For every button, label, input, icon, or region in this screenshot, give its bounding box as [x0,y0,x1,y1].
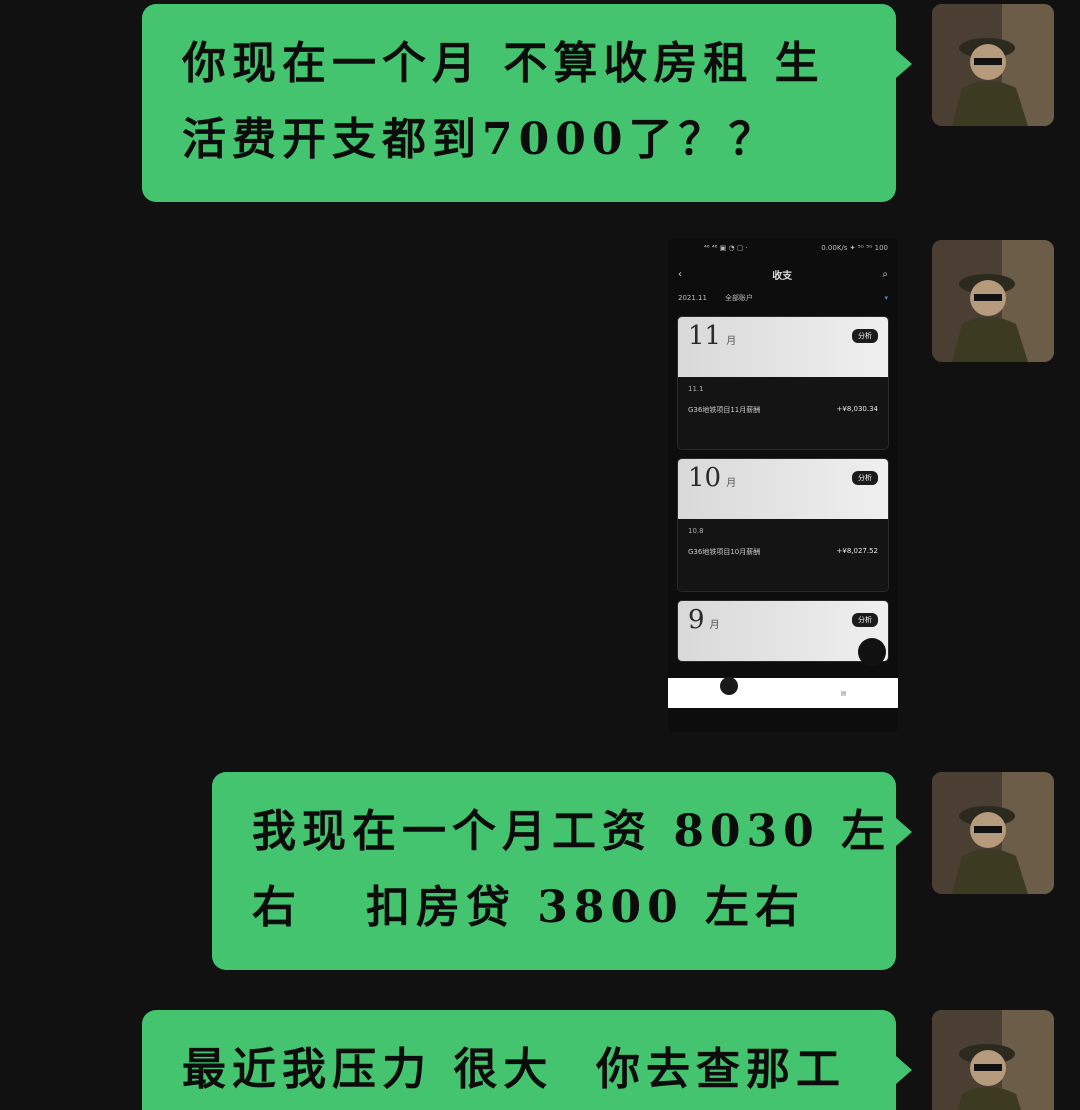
shared-screenshot[interactable]: ⁴⁶ ⁴⁶ ▣ ◔ ▢ · 0.00K/s ✦ ⁵ᴳ ⁵ᴳ 100 ‹ 收支 ⌕… [668,238,898,732]
message-text-line: 我现在一个月工资 8030 左 [252,806,892,857]
analysis-badge: 分析 [852,329,878,343]
phone-tab-bar: ▤ [668,677,898,708]
transaction-date: 10.8 [688,527,704,535]
message-text-line: 你现在一个月 不算收房租 生 [182,38,825,89]
avatar-image-icon [932,4,1054,126]
tab-ledger-icon: ▤ [840,689,847,697]
transaction-date: 11.1 [688,385,704,393]
analysis-badge: 分析 [852,471,878,485]
transaction-amount: +¥8,027.52 [836,547,879,555]
avatar-image-icon [932,772,1054,894]
search-icon: ⌕ [882,268,888,280]
message-bubble-1[interactable]: 你现在一个月 不算收房租 生 活费开支都到7000了？？ [142,4,912,202]
phone-filter-row: 2021.11 全部账户 ▾ [668,288,898,308]
avatar[interactable] [932,1010,1054,1110]
month-unit: 月 [709,620,720,631]
month-card: 11 月 分析 11.1 G36地铁项目11月薪酬 +¥8,030.34 [677,316,889,450]
phone-title: 收支 [772,270,793,282]
month-number: 11 [688,321,722,351]
floating-action-icon [858,638,886,666]
analysis-badge: 分析 [852,613,878,627]
month-unit: 月 [726,336,737,347]
avatar[interactable] [932,772,1054,894]
transaction-row: G36地铁项目11月薪酬 +¥8,030.34 [688,405,878,415]
message-text-line: 活费开支都到7000了？？ [182,114,779,165]
avatar-image-icon [932,240,1054,362]
avatar[interactable] [932,240,1054,362]
transaction-amount: +¥8,030.34 [836,405,879,413]
status-icons-right: 0.00K/s ✦ ⁵ᴳ ⁵ᴳ 100 [821,244,888,252]
filter-chevron-icon: ▾ [884,294,888,302]
message-bubble-3[interactable]: 我现在一个月工资 8030 左 右 扣房贷 3800 左右 [212,772,912,970]
period-label: 2021.11 [678,294,707,302]
transaction-row: G36地铁项目10月薪酬 +¥8,027.52 [688,547,878,557]
phone-status-bar: ⁴⁶ ⁴⁶ ▣ ◔ ▢ · 0.00K/s ✦ ⁵ᴳ ⁵ᴳ 100 [668,238,898,260]
status-icons-left: ⁴⁶ ⁴⁶ ▣ ◔ ▢ · [704,244,748,252]
message-text-line: 最近我压力 很大 你去查那工 [182,1044,846,1095]
tab-home-icon [719,677,738,695]
account-label: 全部账户 [724,294,753,302]
avatar[interactable] [932,4,1054,126]
transaction-label: G36地铁项目11月薪酬 [688,406,761,414]
back-icon: ‹ [678,268,682,280]
month-number: 9 [688,605,705,635]
message-text-line: 右 扣房贷 3800 左右 [252,882,806,933]
transaction-label: G36地铁项目10月薪酬 [688,548,761,556]
month-number: 10 [688,463,722,493]
month-card: 10 月 分析 10.8 G36地铁项目10月薪酬 +¥8,027.52 [677,458,889,592]
month-unit: 月 [726,478,737,489]
message-bubble-4[interactable]: 最近我压力 很大 你去查那工 [142,1010,912,1110]
phone-app-bar: ‹ 收支 ⌕ [668,260,898,288]
avatar-image-icon [932,1010,1054,1110]
